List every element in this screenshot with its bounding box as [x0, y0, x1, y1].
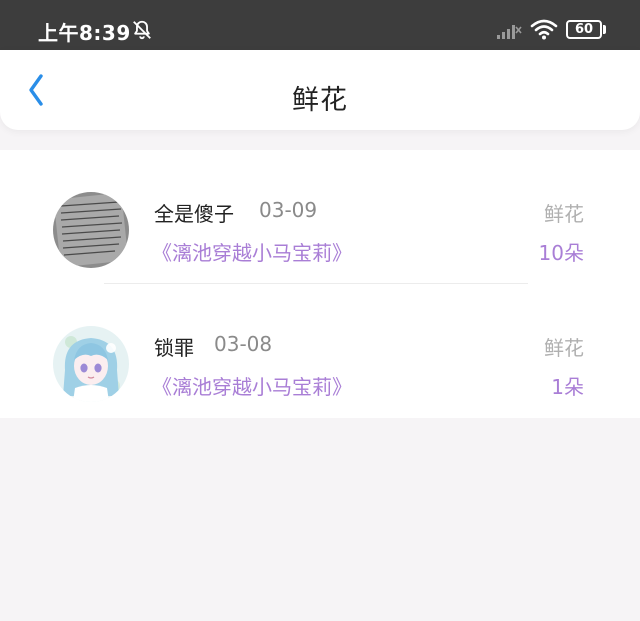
- user-name: 锁罪: [154, 336, 194, 360]
- avatar[interactable]: [53, 192, 129, 268]
- avatar-image: [53, 192, 129, 268]
- list-item[interactable]: 全是傻子 03-09 《漓池穿越小马宝莉》 鲜花 10朵: [0, 150, 640, 284]
- book-title[interactable]: 《漓池穿越小马宝莉》: [152, 371, 352, 400]
- gift-count: 1朵: [551, 375, 584, 399]
- list-item[interactable]: 锁罪 03-08 《漓池穿越小马宝莉》 鲜花 1朵: [0, 284, 640, 418]
- status-time: 上午8:39: [38, 21, 131, 45]
- battery-cap: [603, 25, 606, 34]
- book-title[interactable]: 《漓池穿越小马宝莉》: [152, 237, 352, 266]
- gift-list: 全是傻子 03-09 《漓池穿越小马宝莉》 鲜花 10朵 锁罪 03-08 《漓…: [0, 150, 640, 418]
- signal-icon: [497, 25, 522, 39]
- battery-indicator: 60: [566, 20, 602, 39]
- item-date: 03-08: [214, 332, 273, 356]
- avatar-image: [53, 326, 129, 402]
- gift-name: 鲜花: [544, 336, 584, 360]
- user-name: 全是傻子: [154, 202, 234, 226]
- item-date: 03-09: [259, 198, 318, 222]
- gift-count: 10朵: [538, 241, 584, 265]
- wifi-icon: [530, 19, 558, 40]
- status-bar: 上午8:39 60: [0, 0, 640, 50]
- gift-name: 鲜花: [544, 202, 584, 226]
- bell-off-icon: [133, 20, 151, 40]
- header-bar: 鲜花: [0, 50, 640, 130]
- page-title: 鲜花: [292, 85, 348, 116]
- avatar[interactable]: [53, 326, 129, 402]
